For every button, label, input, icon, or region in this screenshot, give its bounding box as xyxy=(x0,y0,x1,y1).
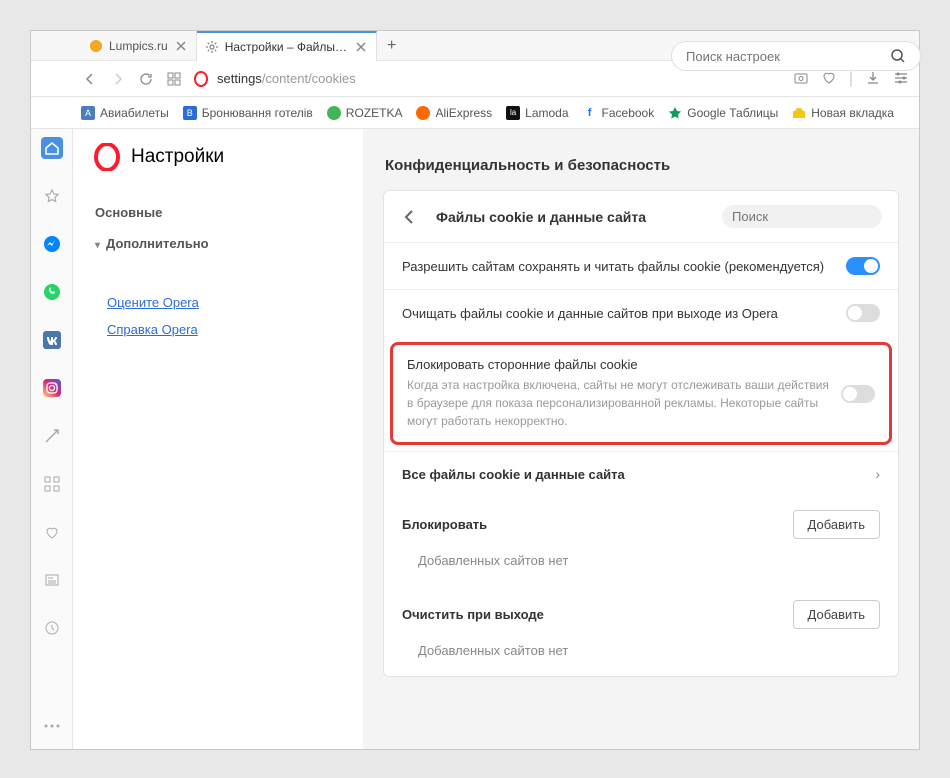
bookmark-item[interactable]: ROZETKA xyxy=(327,106,403,120)
row-all-cookies-data[interactable]: Все файлы cookie и данные сайта › xyxy=(384,451,898,496)
sidebar-messenger-icon[interactable] xyxy=(41,233,63,255)
bookmark-label: Lamoda xyxy=(525,106,568,120)
row-description: Когда эта настройка включена, сайты не м… xyxy=(407,376,829,430)
nav-basic[interactable]: Основные xyxy=(95,197,341,228)
row-label: Разрешить сайтам сохранять и читать файл… xyxy=(402,259,834,274)
bookmark-icon xyxy=(416,106,430,120)
bookmark-item[interactable]: A Авиабилеты xyxy=(81,106,169,120)
address-input[interactable]: settings/content/cookies xyxy=(193,71,783,87)
bookmark-item[interactable]: f Facebook xyxy=(583,106,655,120)
speed-dial-button[interactable] xyxy=(165,70,183,88)
row-block-third-party[interactable]: Блокировать сторонние файлы cookie Когда… xyxy=(393,345,889,442)
gear-icon xyxy=(205,40,219,54)
sidebar-personal-news-icon[interactable] xyxy=(41,521,63,543)
settings-main: Конфиденциальность и безопасность Файлы … xyxy=(363,129,919,749)
add-block-button[interactable]: Добавить xyxy=(793,510,880,539)
bookmark-icon xyxy=(668,106,682,120)
tab-lumpics[interactable]: Lumpics.ru xyxy=(81,31,197,61)
close-icon[interactable] xyxy=(174,39,188,53)
add-clear-exit-button[interactable]: Добавить xyxy=(793,600,880,629)
bookmark-item[interactable]: B Бронювання готелів xyxy=(183,106,313,120)
bookmark-label: Бронювання готелів xyxy=(202,106,313,120)
toggle-clear-on-exit[interactable] xyxy=(846,304,880,322)
link-rate-opera[interactable]: Оцените Opera xyxy=(107,289,329,316)
close-icon[interactable] xyxy=(354,40,368,54)
card-search-input[interactable] xyxy=(732,209,908,224)
heart-icon[interactable] xyxy=(821,70,837,88)
sidebar-home-icon[interactable] xyxy=(41,137,63,159)
bookmark-icon xyxy=(327,106,341,120)
section-title: Конфиденциальность и безопасность xyxy=(383,147,899,190)
row-label: Все файлы cookie и данные сайта xyxy=(402,467,863,482)
sidebar-instagram-icon[interactable] xyxy=(41,377,63,399)
cookies-card: Файлы cookie и данные сайта Разрешить са… xyxy=(383,190,899,677)
bookmark-label: Авиабилеты xyxy=(100,106,169,120)
sidebar-flow-icon[interactable] xyxy=(41,425,63,447)
bookmark-icon: la xyxy=(506,106,520,120)
bookmark-item[interactable]: Новая вкладка xyxy=(792,106,894,120)
bookmark-icon: f xyxy=(583,106,597,120)
tab-settings[interactable]: Настройки – Файлы cookie xyxy=(197,31,377,61)
snapshot-icon[interactable] xyxy=(793,70,809,88)
bookmark-label: AliExpress xyxy=(435,106,492,120)
sidebar-history-icon[interactable] xyxy=(41,617,63,639)
sidebar-speed-dial-icon[interactable] xyxy=(41,473,63,495)
new-tab-button[interactable]: + xyxy=(377,31,407,60)
opera-icon xyxy=(193,71,209,87)
bookmark-label: Google Таблицы xyxy=(687,106,778,120)
bookmark-label: Новая вкладка xyxy=(811,106,894,120)
sidebar-whatsapp-icon[interactable] xyxy=(41,281,63,303)
toggle-block-third-party[interactable] xyxy=(841,385,875,403)
subsection-clear-exit: Очистить при выходе Добавить xyxy=(384,586,898,633)
bookmark-icon: B xyxy=(183,106,197,120)
tab-title: Настройки – Файлы cookie xyxy=(225,40,348,54)
row-allow-cookies[interactable]: Разрешить сайтам сохранять и читать файл… xyxy=(384,242,898,289)
chevron-right-icon: › xyxy=(875,466,880,482)
bookmark-label: ROZETKA xyxy=(346,106,403,120)
page-title: Настройки xyxy=(131,146,224,168)
empty-block-list: Добавленных сайтов нет xyxy=(384,543,898,586)
bookmark-item[interactable]: la Lamoda xyxy=(506,106,568,120)
link-help-opera[interactable]: Справка Opera xyxy=(107,316,329,343)
subsection-block: Блокировать Добавить xyxy=(384,496,898,543)
nav-advanced[interactable]: Дополнительно xyxy=(95,228,341,259)
site-icon xyxy=(89,39,103,53)
row-label: Блокировать сторонние файлы cookie xyxy=(407,357,829,372)
address-prefix: settings xyxy=(217,71,262,86)
card-title: Файлы cookie и данные сайта xyxy=(436,209,706,225)
back-arrow-icon[interactable] xyxy=(400,207,420,227)
bookmark-label: Facebook xyxy=(602,106,655,120)
bookmark-icon: A xyxy=(81,106,95,120)
sidebar xyxy=(31,129,73,749)
row-clear-on-exit[interactable]: Очищать файлы cookie и данные сайтов при… xyxy=(384,289,898,336)
toggle-allow-cookies[interactable] xyxy=(846,257,880,275)
opera-logo-icon xyxy=(93,143,121,171)
bookmark-icon xyxy=(792,106,806,120)
back-button[interactable] xyxy=(81,70,99,88)
row-label: Очищать файлы cookie и данные сайтов при… xyxy=(402,306,834,321)
sidebar-news-icon[interactable] xyxy=(41,569,63,591)
bookmarks-bar: AАвиабилеты BБронювання готелів ROZETKA … xyxy=(31,97,919,129)
empty-clear-exit-list: Добавленных сайтов нет xyxy=(384,633,898,676)
reload-button[interactable] xyxy=(137,70,155,88)
card-search[interactable] xyxy=(722,205,882,228)
easy-setup-icon[interactable] xyxy=(893,70,909,88)
sidebar-vk-icon[interactable] xyxy=(41,329,63,351)
highlight-block-third-party: Блокировать сторонние файлы cookie Когда… xyxy=(390,342,892,445)
subsection-title: Блокировать xyxy=(402,517,487,532)
address-path: /content/cookies xyxy=(262,71,356,86)
forward-button[interactable] xyxy=(109,70,127,88)
bookmark-item[interactable]: Google Таблицы xyxy=(668,106,778,120)
tab-title: Lumpics.ru xyxy=(109,39,168,53)
settings-nav-panel: Настройки Основные Дополнительно Оцените… xyxy=(73,129,363,749)
bookmark-item[interactable]: AliExpress xyxy=(416,106,492,120)
sidebar-bookmarks-icon[interactable] xyxy=(41,185,63,207)
download-icon[interactable] xyxy=(865,70,881,88)
sidebar-more-icon[interactable] xyxy=(41,715,63,737)
subsection-title: Очистить при выходе xyxy=(402,607,544,622)
